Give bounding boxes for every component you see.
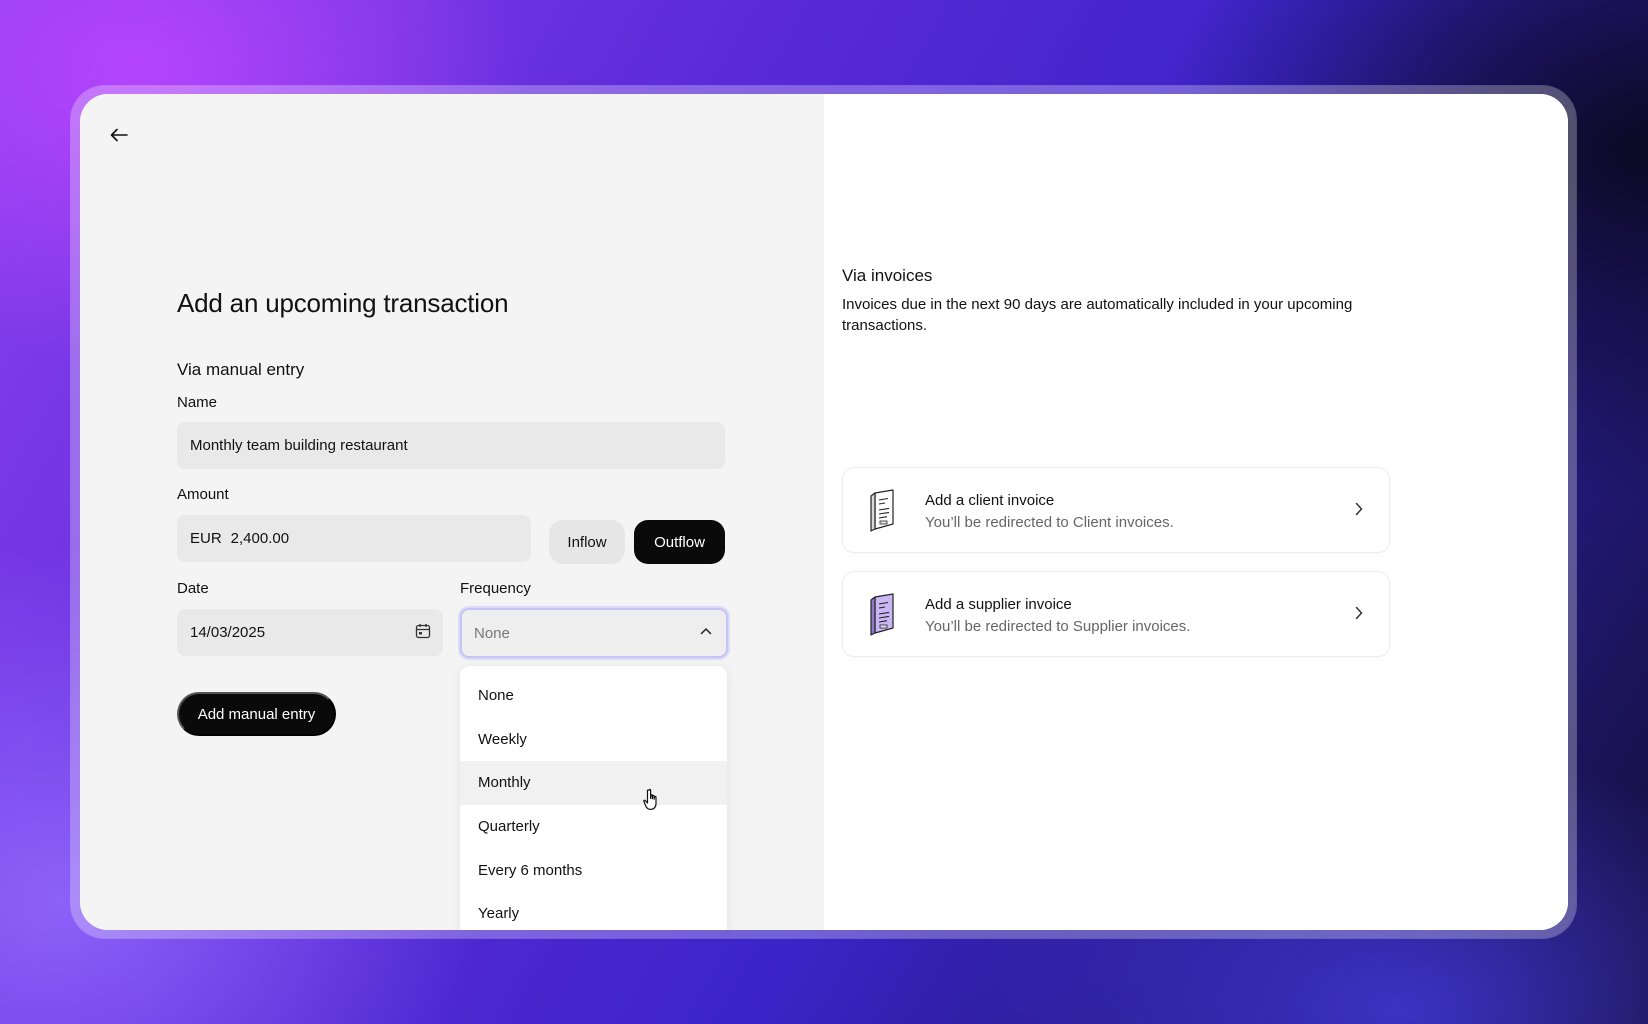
name-input[interactable]: Monthly team building restaurant [177, 422, 725, 469]
frequency-label: Frequency [460, 580, 531, 597]
client-invoice-title: Add a client invoice [925, 492, 1055, 509]
add-manual-entry-button[interactable]: Add manual entry [177, 692, 336, 736]
page-title: Add an upcoming transaction [177, 288, 509, 318]
manual-entry-pane: Add an upcoming transaction Via manual e… [80, 94, 824, 930]
date-value: 14/03/2025 [190, 624, 266, 641]
currency-code: EUR [190, 530, 222, 547]
frequency-option-monthly[interactable]: Monthly [460, 761, 727, 805]
chevron-right-icon [1355, 606, 1363, 620]
inflow-button[interactable]: Inflow [549, 520, 625, 564]
supplier-invoice-card[interactable]: Add a supplier invoice You’ll be redirec… [842, 571, 1390, 657]
frequency-selected-value: None [474, 624, 510, 642]
invoices-description: Invoices due in the next 90 days are aut… [842, 296, 1353, 334]
client-invoice-subtitle: You’ll be redirected to Client invoices. [925, 514, 1174, 531]
amount-input[interactable]: EUR 2,400.00 [177, 515, 531, 562]
client-invoice-icon [870, 489, 894, 532]
frequency-option-none[interactable]: None [460, 674, 727, 718]
supplier-invoice-title: Add a supplier invoice [925, 596, 1072, 613]
supplier-invoice-subtitle: You’ll be redirected to Supplier invoice… [925, 618, 1191, 635]
back-button[interactable] [106, 122, 132, 148]
amount-label: Amount [177, 486, 229, 503]
date-input[interactable]: 14/03/2025 [177, 609, 443, 656]
name-value: Monthly team building restaurant [190, 437, 408, 454]
client-invoice-card[interactable]: Add a client invoice You’ll be redirecte… [842, 467, 1390, 553]
chevron-up-icon [700, 628, 712, 635]
name-label: Name [177, 394, 218, 411]
manual-entry-heading: Via manual entry [177, 360, 305, 379]
supplier-invoice-icon [870, 593, 894, 636]
hand-cursor-icon [643, 788, 657, 810]
frequency-dropdown: None Weekly Monthly Quarterly Every 6 mo… [460, 666, 727, 930]
frequency-option-yearly[interactable]: Yearly [460, 892, 727, 930]
frequency-option-weekly[interactable]: Weekly [460, 718, 727, 762]
frequency-option-quarterly[interactable]: Quarterly [460, 805, 727, 849]
invoices-heading: Via invoices [842, 266, 933, 285]
calendar-icon[interactable] [415, 623, 431, 639]
amount-value: 2,400.00 [230, 530, 290, 547]
outflow-button[interactable]: Outflow [634, 520, 725, 564]
arrow-left-icon [110, 128, 128, 142]
frequency-select[interactable]: None [460, 608, 728, 658]
date-label: Date [177, 580, 209, 597]
frequency-option-every-6-months[interactable]: Every 6 months [460, 848, 727, 892]
chevron-right-icon [1355, 502, 1363, 516]
